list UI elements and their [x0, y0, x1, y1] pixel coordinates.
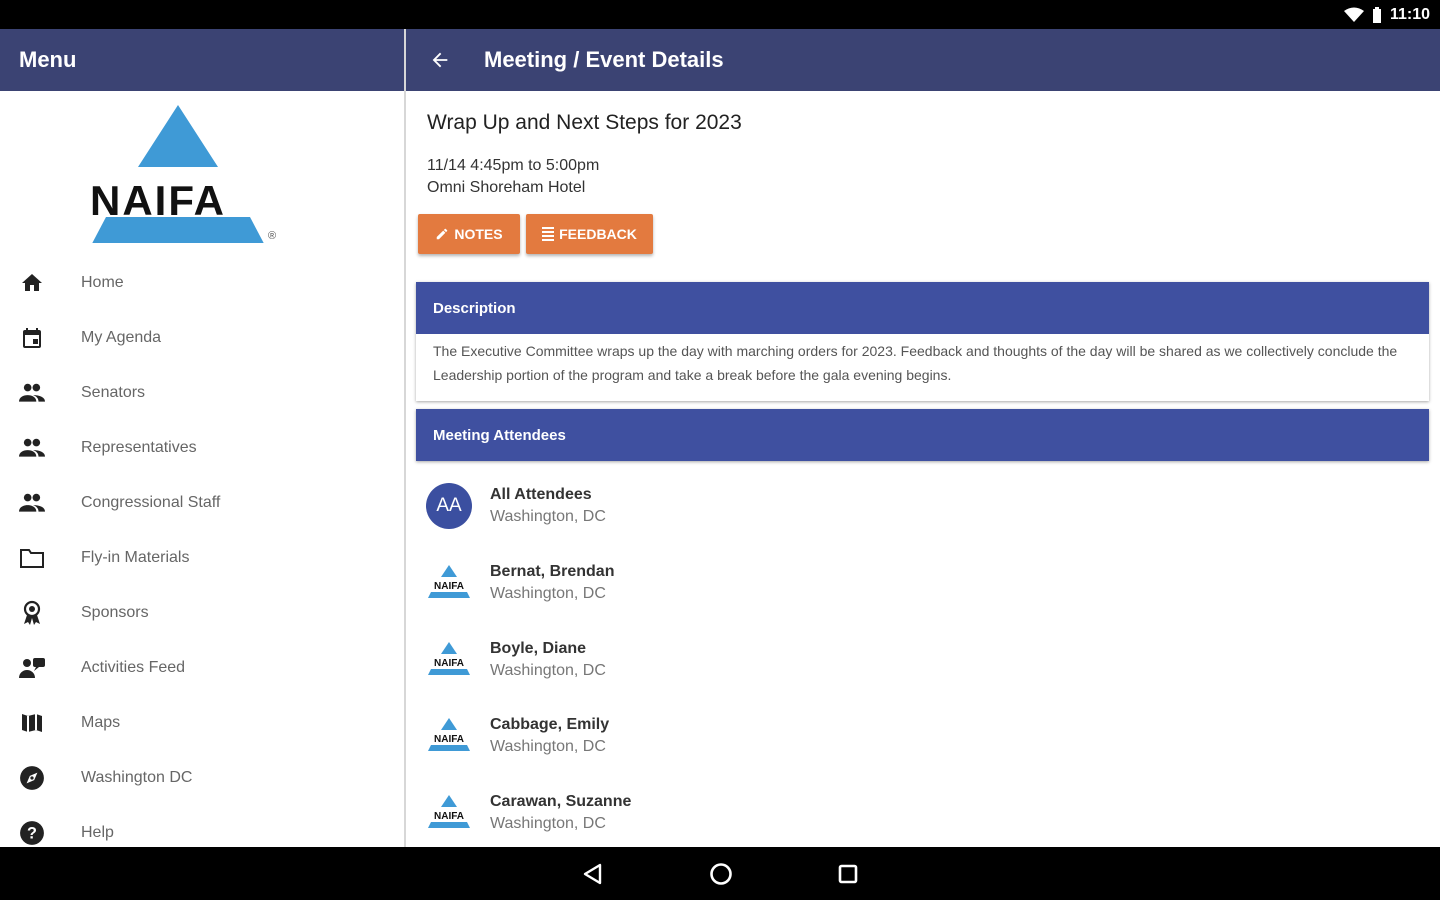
compass-icon [20, 765, 44, 790]
people-icon [19, 493, 45, 512]
attendee-city: Washington, DC [490, 738, 606, 755]
list-item[interactable]: NAIFA Bernat, Brendan Washington, DC [426, 548, 614, 618]
notes-label: NOTES [454, 226, 503, 242]
sidebar-item-home[interactable]: Home [0, 255, 404, 310]
attendee-city: Washington, DC [490, 662, 606, 679]
avatar: NAIFA [426, 637, 472, 683]
list-item[interactable]: NAIFA Carawan, Suzanne Washington, DC [426, 778, 631, 847]
sidebar-item-activities-feed[interactable]: Activities Feed [0, 640, 404, 695]
sidebar-item-label: My Agenda [81, 328, 162, 346]
sidebar-item-label: Congressional Staff [81, 493, 221, 511]
attendee-city: Washington, DC [490, 508, 606, 525]
sidebar-item-label: Representatives [81, 438, 197, 456]
sidebar-item-sponsors[interactable]: Sponsors [0, 585, 404, 640]
naifa-logo: NAIFA [428, 642, 470, 675]
sidebar-item-label: Home [81, 273, 124, 291]
event-details: Wrap Up and Next Steps for 2023 11/14 4:… [406, 91, 1440, 847]
svg-text:NAIFA: NAIFA [434, 658, 464, 669]
avatar: NAIFA [426, 790, 472, 836]
back-button[interactable] [406, 29, 474, 91]
navigation-drawer: NAIFA ® Home My Agenda Senators Represen… [0, 91, 404, 847]
event-time: 11/14 4:45pm to 5:00pm [427, 157, 600, 174]
attendee-city: Washington, DC [490, 585, 606, 602]
attendees-heading: Meeting Attendees [416, 409, 1429, 461]
list-item[interactable]: NAIFA Cabbage, Emily Washington, DC [426, 701, 609, 771]
home-circle-icon[interactable] [709, 862, 733, 886]
status-bar: 11:10 [0, 0, 1440, 29]
avatar: NAIFA [426, 713, 472, 759]
naifa-logo: NAIFA ® [90, 105, 276, 243]
svg-text:NAIFA: NAIFA [434, 581, 464, 592]
list-item[interactable]: AA All Attendees Washington, DC [426, 471, 606, 541]
svg-text:®: ® [268, 230, 276, 242]
sidebar-item-label: Maps [81, 713, 121, 731]
sidebar-item-representatives[interactable]: Representatives [0, 420, 404, 475]
system-nav-bar [0, 847, 1440, 900]
svg-text:NAIFA: NAIFA [434, 734, 464, 745]
app-bar: Meeting / Event Details [406, 29, 1440, 91]
svg-text:?: ? [27, 824, 37, 842]
sidebar-item-maps[interactable]: Maps [0, 695, 404, 750]
naifa-logo: NAIFA [428, 565, 470, 598]
award-icon [23, 600, 41, 625]
event-location: Omni Shoreham Hotel [427, 179, 586, 196]
menu-title: Menu [19, 47, 77, 72]
description-text: The Executive Committee wraps up the day… [433, 343, 1398, 383]
sidebar-item-my-agenda[interactable]: My Agenda [0, 310, 404, 365]
status-time: 11:10 [1389, 5, 1430, 23]
svg-text:NAIFA: NAIFA [434, 811, 464, 822]
help-icon: ? [20, 820, 44, 845]
sidebar-item-fly-in-materials[interactable]: Fly-in Materials [0, 530, 404, 585]
sidebar-item-washington-dc[interactable]: Washington DC [0, 750, 404, 805]
attendee-name: Cabbage, Emily [490, 716, 610, 733]
map-icon [22, 713, 42, 732]
description-heading: Description [416, 282, 1429, 334]
wifi-icon [1343, 7, 1364, 22]
sidebar-item-label: Washington DC [81, 768, 193, 786]
sidebar-item-help[interactable]: ? Help [0, 805, 404, 847]
attendees-card: Meeting Attendees [416, 409, 1429, 461]
page-title: Meeting / Event Details [484, 47, 724, 72]
calendar-icon [23, 327, 41, 348]
naifa-logo: NAIFA [428, 718, 470, 751]
people-icon [19, 383, 45, 402]
feedback-label: FEEDBACK [559, 226, 637, 242]
pencil-icon [437, 228, 448, 240]
svg-text:NAIFA: NAIFA [90, 177, 226, 224]
home-icon [22, 273, 42, 291]
attendee-name: Boyle, Diane [490, 640, 587, 657]
notes-button[interactable]: NOTES [418, 214, 520, 254]
attendee-name: Carawan, Suzanne [490, 793, 632, 810]
list-item[interactable]: NAIFA Boyle, Diane Washington, DC [426, 625, 606, 695]
avatar: NAIFA [426, 560, 472, 606]
battery-icon [1372, 6, 1381, 23]
arrow-left-icon [432, 52, 448, 68]
event-title: Wrap Up and Next Steps for 2023 [427, 111, 742, 134]
attendee-name: Bernat, Brendan [490, 563, 615, 580]
back-triangle-icon[interactable] [582, 863, 604, 885]
sidebar-item-label: Help [81, 823, 114, 841]
sidebar-item-label: Sponsors [81, 603, 149, 621]
sidebar-item-label: Fly-in Materials [81, 548, 190, 566]
sidebar-item-label: Activities Feed [81, 658, 186, 676]
feedback-button[interactable]: FEEDBACK [526, 214, 653, 254]
folder-icon [20, 548, 44, 568]
description-card: Description The Executive Committee wrap… [416, 282, 1429, 401]
sidebar-item-congressional-staff[interactable]: Congressional Staff [0, 475, 404, 530]
list-icon [542, 227, 555, 241]
sidebar-item-label: Senators [81, 383, 146, 401]
attendee-name: All Attendees [490, 486, 592, 503]
feed-icon [19, 657, 45, 678]
people-icon [19, 438, 45, 457]
menu-header: Menu [0, 29, 404, 91]
naifa-logo: NAIFA [428, 795, 470, 828]
avatar: AA [426, 483, 472, 529]
attendee-city: Washington, DC [490, 815, 606, 832]
sidebar-item-senators[interactable]: Senators [0, 365, 404, 420]
recents-square-icon[interactable] [838, 864, 858, 884]
